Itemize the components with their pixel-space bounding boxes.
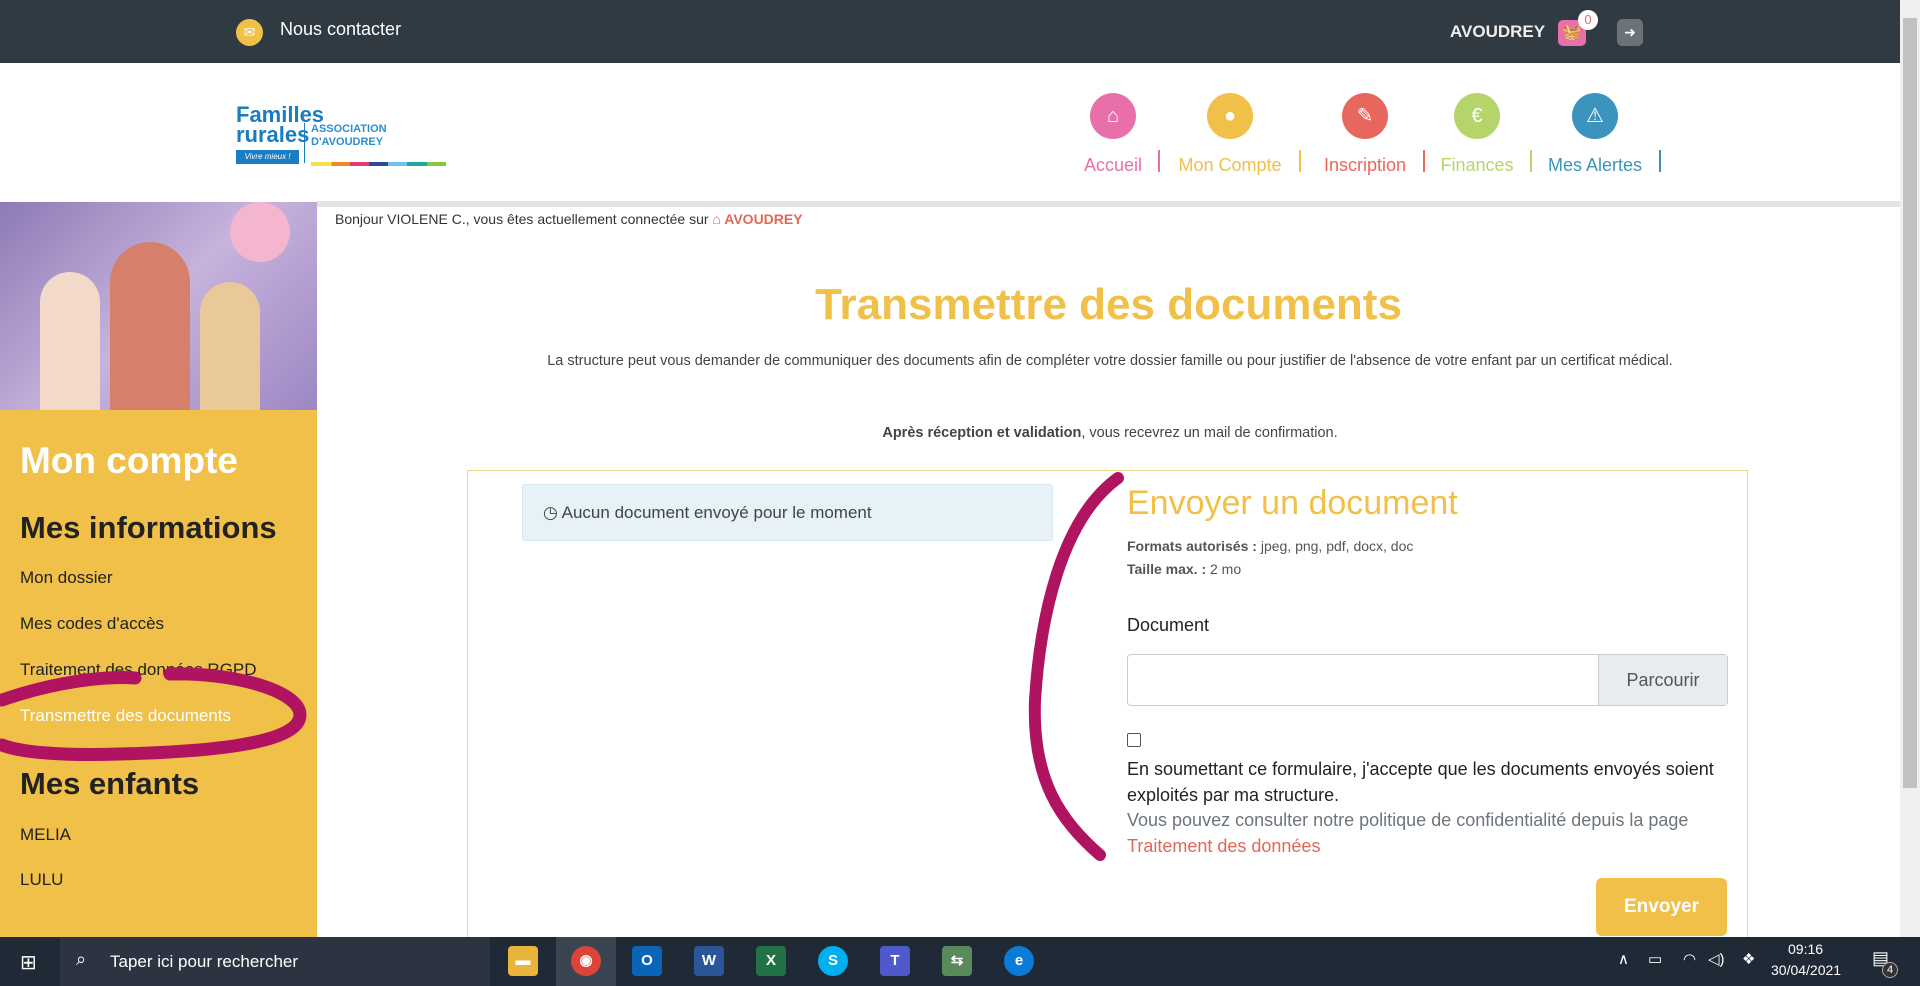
nav-label: Mes Alertes xyxy=(1547,155,1643,175)
logo-tagline: Vivre mieux ! xyxy=(236,150,299,164)
size-info: Taille max. : 2 mo xyxy=(1127,561,1241,577)
logo-assoc-2: D'AVOUDREY xyxy=(311,136,384,148)
confirm-rest: , vous recevrez un mail de confirmation. xyxy=(1081,425,1338,441)
greeting: Bonjour VIOLENE C., vous êtes actuelleme… xyxy=(335,211,803,227)
sidebar-item-lulu[interactable]: LULU xyxy=(20,870,63,890)
windows-start-icon[interactable]: ⊞ xyxy=(20,950,37,975)
sidebar-item-rgpd[interactable]: Traitement des données RGPD xyxy=(20,660,257,680)
sidebar-item-melia[interactable]: MELIA xyxy=(20,825,71,845)
divider xyxy=(1158,150,1160,172)
nav-inscription[interactable]: ✎ Inscription xyxy=(1310,93,1420,176)
battery-icon[interactable]: ▭ xyxy=(1648,950,1662,968)
formats-info: Formats autorisés : jpeg, png, pdf, docx… xyxy=(1127,538,1413,554)
mail-icon[interactable]: ✉ xyxy=(236,19,263,46)
home-icon: ⌂ xyxy=(1090,93,1136,139)
euro-icon: € xyxy=(1454,93,1500,139)
confirm-bold: Après réception et validation xyxy=(882,425,1082,441)
site-link[interactable]: ⌂ AVOUDREY xyxy=(712,211,802,227)
outlook-icon[interactable]: O xyxy=(632,946,662,976)
divider xyxy=(1423,150,1425,172)
warning-icon: ⚠ xyxy=(1572,93,1618,139)
size-label: Taille max. : xyxy=(1127,561,1207,577)
search-placeholder: Taper ici pour rechercher xyxy=(110,952,299,971)
logo-assoc-1: ASSOCIATION xyxy=(311,123,387,135)
privacy-link[interactable]: Traitement des données xyxy=(1127,833,1747,859)
nav-label: Mon Compte xyxy=(1178,155,1282,175)
nav-mon-compte[interactable]: ● Mon Compte xyxy=(1170,93,1290,176)
volume-icon[interactable]: ◁) xyxy=(1708,950,1725,968)
alert-text: Aucun document envoyé pour le moment xyxy=(561,503,872,522)
sidebar-item-mon-dossier[interactable]: Mon dossier xyxy=(20,568,113,588)
size-value: 2 mo xyxy=(1210,561,1242,577)
sidebar-section-informations: Mes informations xyxy=(20,510,277,545)
document-label: Document xyxy=(1127,615,1210,635)
contact-link[interactable]: Nous contacter xyxy=(280,19,401,40)
sidebar-item-transmettre[interactable]: Transmettre des documents xyxy=(20,706,231,726)
intro-text: La structure peut vous demander de commu… xyxy=(547,353,1673,369)
browse-button[interactable]: Parcourir xyxy=(1598,655,1727,705)
teams-icon[interactable]: T xyxy=(880,946,910,976)
divider xyxy=(1530,150,1532,172)
formats-label: Formats autorisés : xyxy=(1127,538,1257,554)
form-heading: Envoyer un document xyxy=(1127,484,1458,522)
home-icon: ⌂ xyxy=(712,211,721,227)
site-name: AVOUDREY xyxy=(724,211,803,227)
user-name[interactable]: AVOUDREY xyxy=(1450,22,1545,42)
divider xyxy=(1299,150,1301,172)
nav-label: Inscription xyxy=(1323,155,1407,175)
dropbox-icon[interactable]: ❖ xyxy=(1742,950,1755,968)
sidebar-title: Mon compte xyxy=(20,440,238,481)
sidebar: Mon compte Mes informations Mon dossier … xyxy=(0,410,317,937)
logout-icon[interactable]: ➜ xyxy=(1617,19,1643,46)
greeting-text: Bonjour VIOLENE C., vous êtes actuelleme… xyxy=(335,211,709,227)
chrome-icon[interactable]: ◉ xyxy=(571,946,601,976)
clock-date[interactable]: 30/04/2021 xyxy=(1771,962,1841,978)
user-icon: ● xyxy=(1207,93,1253,139)
nav-finances[interactable]: € Finances xyxy=(1432,93,1522,176)
edge-icon[interactable]: e xyxy=(1004,946,1034,976)
nav-accueil[interactable]: ⌂ Accueil xyxy=(1073,93,1153,176)
no-documents-alert: ◷ Aucun document envoyé pour le moment xyxy=(522,484,1053,541)
confirm-text: Après réception et validation, vous rece… xyxy=(470,425,1750,441)
page-title: Transmettre des documents xyxy=(815,280,1402,329)
scrollbar[interactable] xyxy=(1900,0,1920,937)
clock-icon: ◷ xyxy=(543,503,558,522)
family-photo xyxy=(0,202,317,410)
skype-icon[interactable]: S xyxy=(818,946,848,976)
divider xyxy=(1659,150,1661,172)
nav-mes-alertes[interactable]: ⚠ Mes Alertes xyxy=(1540,93,1650,176)
documents-panel xyxy=(467,470,1748,950)
file-explorer-icon[interactable]: ▬ xyxy=(508,946,538,976)
logo[interactable]: Familles rurales Vivre mieux ! ASSOCIATIO… xyxy=(236,95,446,170)
notification-count: 4 xyxy=(1882,962,1898,978)
remote-app-icon[interactable]: ⇆ xyxy=(942,946,972,976)
clock-time[interactable]: 09:16 xyxy=(1788,941,1823,957)
consent-checkbox[interactable] xyxy=(1127,733,1141,747)
formats-value: jpeg, png, pdf, docx, doc xyxy=(1260,538,1414,554)
search-icon: ⌕ xyxy=(76,949,87,969)
word-icon[interactable]: W xyxy=(694,946,724,976)
consent-text: En soumettant ce formulaire, j'accepte q… xyxy=(1127,759,1714,805)
submit-button[interactable]: Envoyer xyxy=(1596,878,1727,936)
wifi-icon[interactable]: ◠ xyxy=(1683,950,1696,968)
privacy-text: Vous pouvez consulter notre politique de… xyxy=(1127,810,1689,830)
excel-icon[interactable]: X xyxy=(756,946,786,976)
sidebar-section-enfants: Mes enfants xyxy=(20,766,200,801)
divider xyxy=(317,201,1900,207)
pencil-icon: ✎ xyxy=(1342,93,1388,139)
scrollbar-thumb[interactable] xyxy=(1903,18,1917,788)
nav-label: Finances xyxy=(1440,155,1514,175)
cart-count-badge: 0 xyxy=(1578,10,1598,30)
sidebar-item-codes-acces[interactable]: Mes codes d'accès xyxy=(20,614,164,634)
taskbar-search[interactable]: ⌕ Taper ici pour rechercher xyxy=(60,937,490,986)
nav-label: Accueil xyxy=(1083,155,1143,175)
tray-chevron-icon[interactable]: ∧ xyxy=(1618,950,1629,968)
logo-brand-2: rurales xyxy=(236,122,310,147)
